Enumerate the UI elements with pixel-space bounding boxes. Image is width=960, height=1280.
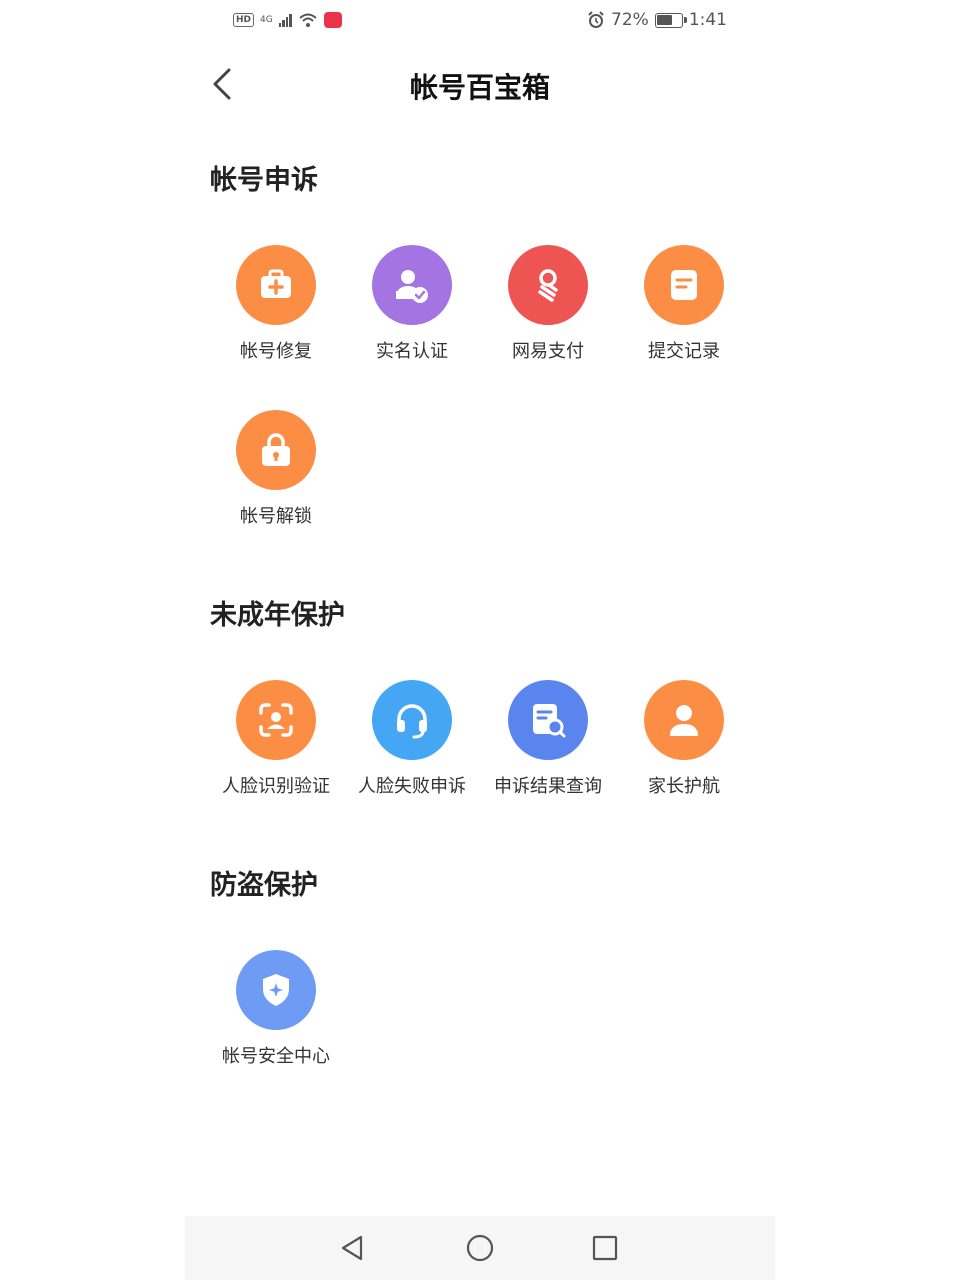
status-right: 72% 1:41: [587, 10, 727, 30]
section-title-minor-protection: 未成年保护: [210, 600, 345, 631]
face-verify-label: 人脸识别验证: [222, 776, 330, 797]
user-verified-icon: [396, 270, 428, 303]
shield-icon: [263, 974, 289, 1006]
battery-fill: [657, 15, 673, 25]
triangle-back-icon: [341, 1235, 363, 1261]
face-fail-appeal-button[interactable]: 人脸失败申诉: [344, 680, 480, 798]
nav-home-button[interactable]: [464, 1232, 496, 1264]
account-security-center-button[interactable]: 帐号安全中心: [208, 950, 344, 1068]
battery-icon: [654, 12, 687, 28]
section-title-anti-theft: 防盗保护: [210, 870, 318, 901]
netease-pay-button[interactable]: 网易支付: [480, 245, 616, 363]
document-search-icon: [533, 704, 566, 738]
face-verify-icon-circle: [236, 680, 316, 760]
account-repair-button[interactable]: 帐号修复: [208, 245, 344, 363]
real-name-auth-label: 实名认证: [376, 341, 448, 362]
face-scan-icon: [259, 703, 293, 737]
netease-pay-icon-circle: [508, 245, 588, 325]
account-unlock-button[interactable]: 帐号解锁: [208, 410, 344, 528]
battery-percent: 72%: [611, 10, 649, 30]
nav-back-button[interactable]: [337, 1232, 369, 1264]
face-verify-button[interactable]: 人脸识别验证: [208, 680, 344, 798]
submit-record-label: 提交记录: [648, 341, 720, 362]
clock: 1:41: [688, 10, 727, 30]
account-security-center-label: 帐号安全中心: [222, 1046, 330, 1067]
section-title-account-appeal: 帐号申诉: [210, 165, 318, 196]
real-name-auth-button[interactable]: 实名认证: [344, 245, 480, 363]
netease-pay-label: 网易支付: [512, 341, 584, 362]
page-title: 帐号百宝箱: [409, 71, 550, 104]
app-notification-icon: [323, 12, 342, 28]
account-unlock-icon-circle: [236, 410, 316, 490]
account-unlock-label: 帐号解锁: [240, 506, 312, 527]
square-recents-icon: [592, 1235, 618, 1261]
nav-recents-button[interactable]: [589, 1232, 621, 1264]
parent-guard-icon-circle: [644, 680, 724, 760]
app-screen: HD 4G 72% 1:41 帐号百宝箱 帐号申诉 帐号修复 实名认证 网易支付…: [185, 0, 775, 1280]
real-name-auth-icon-circle: [372, 245, 452, 325]
hd-badge: HD: [233, 13, 255, 27]
face-fail-appeal-icon-circle: [372, 680, 452, 760]
wifi-icon: [299, 13, 317, 27]
parent-guard-label: 家长护航: [648, 776, 720, 797]
lock-icon: [262, 433, 290, 466]
parent-guard-button[interactable]: 家长护航: [616, 680, 752, 798]
face-fail-appeal-label: 人脸失败申诉: [358, 776, 466, 797]
medical-kit-icon: [261, 269, 291, 298]
headset-icon: [397, 704, 427, 739]
appeal-result-query-label: 申诉结果查询: [494, 776, 602, 797]
submit-record-icon-circle: [644, 245, 724, 325]
submit-record-button[interactable]: 提交记录: [616, 245, 752, 363]
appeal-result-query-button[interactable]: 申诉结果查询: [480, 680, 616, 798]
system-nav-bar: [185, 1216, 775, 1280]
status-left: HD 4G: [233, 12, 342, 28]
status-bar: HD 4G 72% 1:41: [185, 0, 775, 44]
signal-icon: [278, 13, 292, 27]
person-icon: [670, 705, 698, 736]
circle-home-icon: [466, 1234, 494, 1262]
alarm-icon: [588, 11, 604, 28]
account-security-center-icon-circle: [236, 950, 316, 1030]
network-type: 4G: [260, 15, 273, 25]
document-icon: [671, 270, 697, 300]
netease-pay-icon: [538, 269, 558, 302]
appeal-result-query-icon-circle: [508, 680, 588, 760]
account-repair-icon-circle: [236, 245, 316, 325]
account-repair-label: 帐号修复: [240, 341, 312, 362]
